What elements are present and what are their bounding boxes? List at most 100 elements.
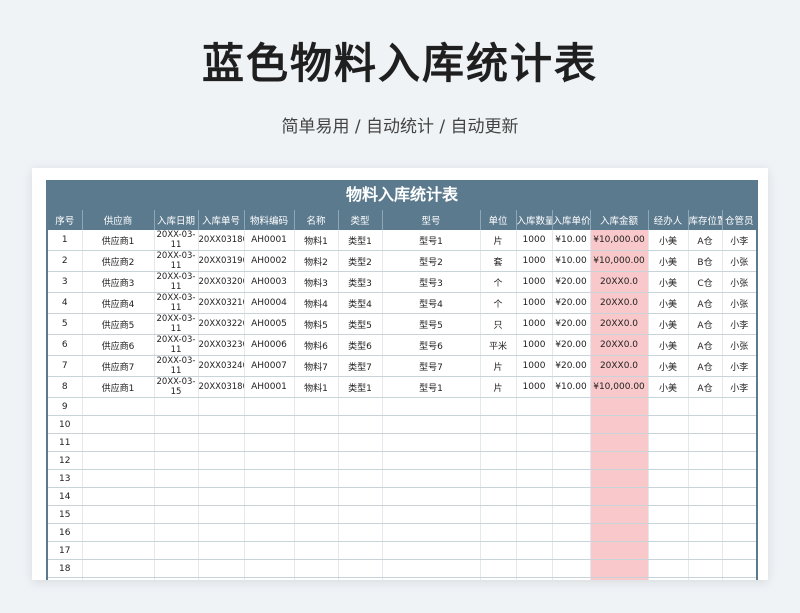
column-header[interactable]: 单位 bbox=[479, 210, 516, 230]
table-cell[interactable]: 型号6 bbox=[381, 334, 480, 356]
table-cell[interactable]: ¥10.00 bbox=[551, 230, 590, 251]
table-cell[interactable] bbox=[243, 541, 294, 560]
table-cell[interactable]: AH0005 bbox=[243, 313, 294, 335]
table-cell[interactable]: 20XX0.0 bbox=[589, 334, 648, 356]
table-cell[interactable] bbox=[153, 451, 198, 470]
table-cell[interactable] bbox=[551, 541, 590, 560]
table-cell[interactable] bbox=[337, 523, 382, 542]
table-cell[interactable]: 1000 bbox=[515, 334, 552, 356]
table-cell[interactable] bbox=[81, 487, 154, 506]
column-header[interactable]: 入库单价 bbox=[551, 210, 590, 230]
table-cell[interactable]: 类型4 bbox=[337, 292, 382, 314]
table-cell[interactable] bbox=[381, 397, 480, 416]
table-cell[interactable] bbox=[81, 397, 154, 416]
table-cell[interactable] bbox=[243, 433, 294, 452]
table-cell[interactable] bbox=[153, 415, 198, 434]
table-cell[interactable] bbox=[243, 469, 294, 488]
table-cell[interactable] bbox=[647, 559, 688, 578]
table-cell[interactable]: 1000 bbox=[515, 292, 552, 314]
table-cell[interactable] bbox=[293, 505, 338, 524]
table-cell[interactable] bbox=[515, 505, 552, 524]
table-cell[interactable]: AH0007 bbox=[243, 355, 294, 377]
table-cell[interactable] bbox=[81, 559, 154, 578]
table-cell[interactable]: A仓 bbox=[687, 355, 722, 377]
table-cell[interactable]: 小美 bbox=[647, 376, 688, 398]
table-cell[interactable]: 供应商7 bbox=[81, 355, 154, 377]
table-cell[interactable] bbox=[515, 469, 552, 488]
table-cell[interactable]: AH0006 bbox=[243, 334, 294, 356]
table-cell[interactable]: 12 bbox=[48, 451, 82, 470]
table-cell[interactable] bbox=[515, 577, 552, 580]
table-cell[interactable]: A仓 bbox=[687, 376, 722, 398]
table-cell[interactable] bbox=[153, 469, 198, 488]
table-cell[interactable]: 4 bbox=[48, 292, 82, 314]
table-cell[interactable] bbox=[551, 487, 590, 506]
table-cell[interactable] bbox=[515, 523, 552, 542]
table-cell[interactable]: 15 bbox=[48, 505, 82, 524]
table-cell[interactable] bbox=[551, 415, 590, 434]
table-cell[interactable]: AH0002 bbox=[243, 250, 294, 272]
table-cell[interactable] bbox=[479, 541, 516, 560]
table-cell[interactable]: 只 bbox=[479, 313, 516, 335]
table-cell[interactable] bbox=[647, 451, 688, 470]
table-cell[interactable]: 供应商5 bbox=[81, 313, 154, 335]
table-cell[interactable]: A仓 bbox=[687, 334, 722, 356]
table-cell[interactable]: 6 bbox=[48, 334, 82, 356]
table-cell[interactable]: ¥10.00 bbox=[551, 376, 590, 398]
table-cell[interactable]: ¥20.00 bbox=[551, 313, 590, 335]
table-cell[interactable] bbox=[381, 451, 480, 470]
table-cell[interactable]: 1 bbox=[48, 230, 82, 251]
table-cell[interactable] bbox=[687, 559, 722, 578]
table-cell[interactable] bbox=[81, 577, 154, 580]
table-cell[interactable]: 19 bbox=[48, 577, 82, 580]
table-cell[interactable]: 20XX03200 bbox=[197, 271, 244, 293]
table-cell[interactable]: 20XX0.0 bbox=[589, 355, 648, 377]
table-cell[interactable]: 小美 bbox=[647, 271, 688, 293]
table-cell[interactable] bbox=[687, 397, 722, 416]
table-cell[interactable] bbox=[81, 433, 154, 452]
table-cell[interactable]: AH0001 bbox=[243, 376, 294, 398]
table-cell[interactable] bbox=[687, 523, 722, 542]
table-cell[interactable]: 小李 bbox=[721, 355, 756, 377]
table-cell[interactable]: 小张 bbox=[721, 334, 756, 356]
table-cell[interactable] bbox=[81, 451, 154, 470]
table-cell[interactable] bbox=[589, 487, 648, 506]
table-cell[interactable]: 3 bbox=[48, 271, 82, 293]
table-cell[interactable]: 11 bbox=[48, 433, 82, 452]
table-cell[interactable]: 供应商1 bbox=[81, 230, 154, 251]
column-header[interactable]: 入库日期 bbox=[153, 210, 198, 230]
table-cell[interactable] bbox=[687, 451, 722, 470]
table-cell[interactable]: 20XX-03-11 bbox=[153, 313, 198, 335]
table-cell[interactable] bbox=[721, 541, 756, 560]
table-cell[interactable]: 类型1 bbox=[337, 230, 382, 251]
table-cell[interactable] bbox=[381, 523, 480, 542]
column-header[interactable]: 类型 bbox=[337, 210, 382, 230]
table-cell[interactable]: 物料6 bbox=[293, 334, 338, 356]
table-cell[interactable]: 类型3 bbox=[337, 271, 382, 293]
table-cell[interactable]: 20XX-03-11 bbox=[153, 250, 198, 272]
table-cell[interactable]: 1000 bbox=[515, 376, 552, 398]
table-cell[interactable] bbox=[337, 397, 382, 416]
table-cell[interactable] bbox=[197, 469, 244, 488]
table-cell[interactable]: 平米 bbox=[479, 334, 516, 356]
table-cell[interactable]: 10 bbox=[48, 415, 82, 434]
table-cell[interactable]: ¥10,000.00 bbox=[589, 250, 648, 272]
table-cell[interactable] bbox=[589, 505, 648, 524]
table-cell[interactable] bbox=[337, 505, 382, 524]
table-cell[interactable] bbox=[589, 577, 648, 580]
table-cell[interactable] bbox=[479, 559, 516, 578]
table-cell[interactable]: 8 bbox=[48, 376, 82, 398]
table-cell[interactable] bbox=[479, 415, 516, 434]
table-cell[interactable]: 物料5 bbox=[293, 313, 338, 335]
table-cell[interactable]: 片 bbox=[479, 230, 516, 251]
table-cell[interactable]: 20XX-03-11 bbox=[153, 355, 198, 377]
table-cell[interactable] bbox=[515, 559, 552, 578]
table-cell[interactable]: AH0003 bbox=[243, 271, 294, 293]
table-cell[interactable]: 型号5 bbox=[381, 313, 480, 335]
table-cell[interactable] bbox=[337, 451, 382, 470]
table-cell[interactable] bbox=[551, 451, 590, 470]
table-cell[interactable] bbox=[721, 415, 756, 434]
table-cell[interactable]: 20XX03230 bbox=[197, 334, 244, 356]
table-cell[interactable] bbox=[647, 577, 688, 580]
table-cell[interactable] bbox=[687, 469, 722, 488]
